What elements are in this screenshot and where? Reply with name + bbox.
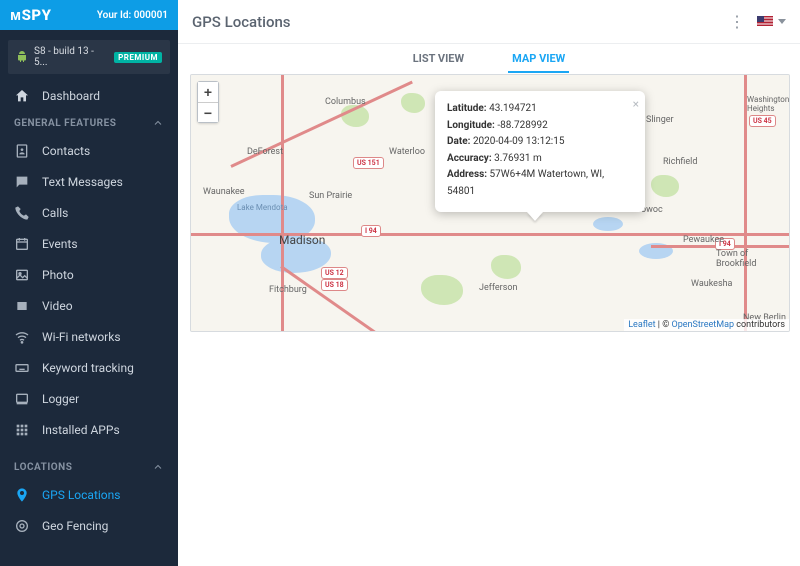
nav-gps-locations[interactable]: GPS Locations xyxy=(0,479,178,510)
page-title: GPS Locations xyxy=(192,13,291,31)
leaflet-link[interactable]: Leaflet xyxy=(628,320,655,330)
kebab-menu-icon[interactable]: ⋮ xyxy=(729,12,745,31)
contacts-icon xyxy=(14,143,30,159)
calendar-icon xyxy=(14,236,30,252)
location-pin-icon xyxy=(14,487,30,503)
section-locations[interactable]: LOCATIONS xyxy=(0,455,178,479)
logger-icon xyxy=(14,391,30,407)
phone-icon xyxy=(14,205,30,221)
sidebar: ᴍSPY Your Id: 000001 S8 - build 13 - 5..… xyxy=(0,0,178,566)
topbar: GPS Locations ⋮ xyxy=(178,0,800,44)
nav-installed-apps[interactable]: Installed APPs xyxy=(0,414,178,445)
nav-video[interactable]: Video xyxy=(0,290,178,321)
wifi-icon xyxy=(14,329,30,345)
language-selector[interactable] xyxy=(757,16,786,27)
tab-map-view[interactable]: MAP VIEW xyxy=(508,46,569,73)
chevron-up-icon xyxy=(152,117,164,129)
image-icon xyxy=(14,267,30,283)
zoom-out-button[interactable]: − xyxy=(198,102,218,122)
target-icon xyxy=(14,518,30,534)
nav-keyword-tracking[interactable]: Keyword tracking xyxy=(0,352,178,383)
nav-wifi[interactable]: Wi-Fi networks xyxy=(0,321,178,352)
nav-geo-fencing[interactable]: Geo Fencing xyxy=(0,510,178,541)
keyboard-icon xyxy=(14,360,30,376)
android-icon xyxy=(16,50,28,65)
premium-badge: PREMIUM xyxy=(114,52,162,63)
nav-calls[interactable]: Calls xyxy=(0,197,178,228)
nav-contacts[interactable]: Contacts xyxy=(0,135,178,166)
nav-dashboard[interactable]: Dashboard xyxy=(0,80,178,111)
device-name: S8 - build 13 - 5... xyxy=(34,46,108,68)
osm-link[interactable]: OpenStreetMap xyxy=(672,320,735,330)
device-selector[interactable]: S8 - build 13 - 5... PREMIUM xyxy=(8,40,170,74)
view-tabs: LIST VIEW MAP VIEW xyxy=(190,44,788,74)
map-zoom-control: + − xyxy=(197,81,219,123)
apps-icon xyxy=(14,422,30,438)
message-icon xyxy=(14,174,30,190)
brand-logo: ᴍSPY xyxy=(10,6,51,24)
popup-close-icon[interactable]: × xyxy=(633,95,639,115)
home-icon xyxy=(14,88,30,104)
tab-list-view[interactable]: LIST VIEW xyxy=(409,46,468,73)
map-attribution: Leaflet | © OpenStreetMap contributors xyxy=(624,319,789,331)
caret-down-icon xyxy=(778,19,786,24)
nav-photo[interactable]: Photo xyxy=(0,259,178,290)
nav-logger[interactable]: Logger xyxy=(0,383,178,414)
nav-events[interactable]: Events xyxy=(0,228,178,259)
section-general-features[interactable]: GENERAL FEATURES xyxy=(0,111,178,135)
user-id: Your Id: 000001 xyxy=(97,10,168,21)
location-popup: × Latitude: 43.194721 Longitude: -88.728… xyxy=(435,91,645,212)
content-area: LIST VIEW MAP VIEW xyxy=(178,44,800,566)
nav-text-messages[interactable]: Text Messages xyxy=(0,166,178,197)
map-container[interactable]: US 151 I 94 I 94 US 12 US 18 US 45 Colum… xyxy=(190,74,790,332)
video-icon xyxy=(14,298,30,314)
brand-bar: ᴍSPY Your Id: 000001 xyxy=(0,0,178,30)
zoom-in-button[interactable]: + xyxy=(198,82,218,102)
us-flag-icon xyxy=(757,16,773,27)
chevron-up-icon xyxy=(152,461,164,473)
